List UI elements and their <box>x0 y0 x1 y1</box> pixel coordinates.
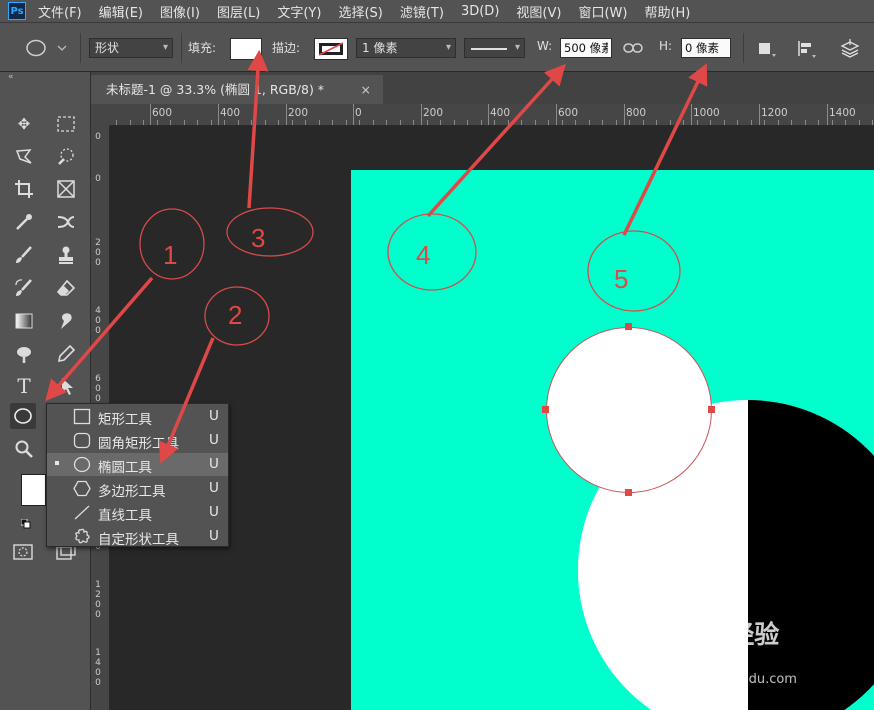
annotation-number-1: 1 <box>163 240 178 270</box>
annotation-arrow-1 <box>45 276 154 402</box>
annotation-arrow-4 <box>426 63 566 218</box>
annotation-number-5: 5 <box>614 264 629 294</box>
annotation-circle-3 <box>226 207 314 257</box>
annotation-arrow-5 <box>622 63 708 236</box>
baidu-watermark-url: jingyan.baidu.com <box>677 672 797 687</box>
annotation-arrow-3 <box>247 49 269 209</box>
annotation-overlay <box>45 49 708 464</box>
annotation-circle-4 <box>387 213 477 291</box>
annotation-number-4: 4 <box>416 240 431 270</box>
annotation-arrow-2 <box>158 337 215 464</box>
annotation-number-3: 3 <box>251 223 266 253</box>
annotation-circle-5 <box>587 230 681 312</box>
baidu-watermark-logo: Bai 经验 <box>676 620 780 649</box>
annotation-number-2: 2 <box>228 300 243 330</box>
